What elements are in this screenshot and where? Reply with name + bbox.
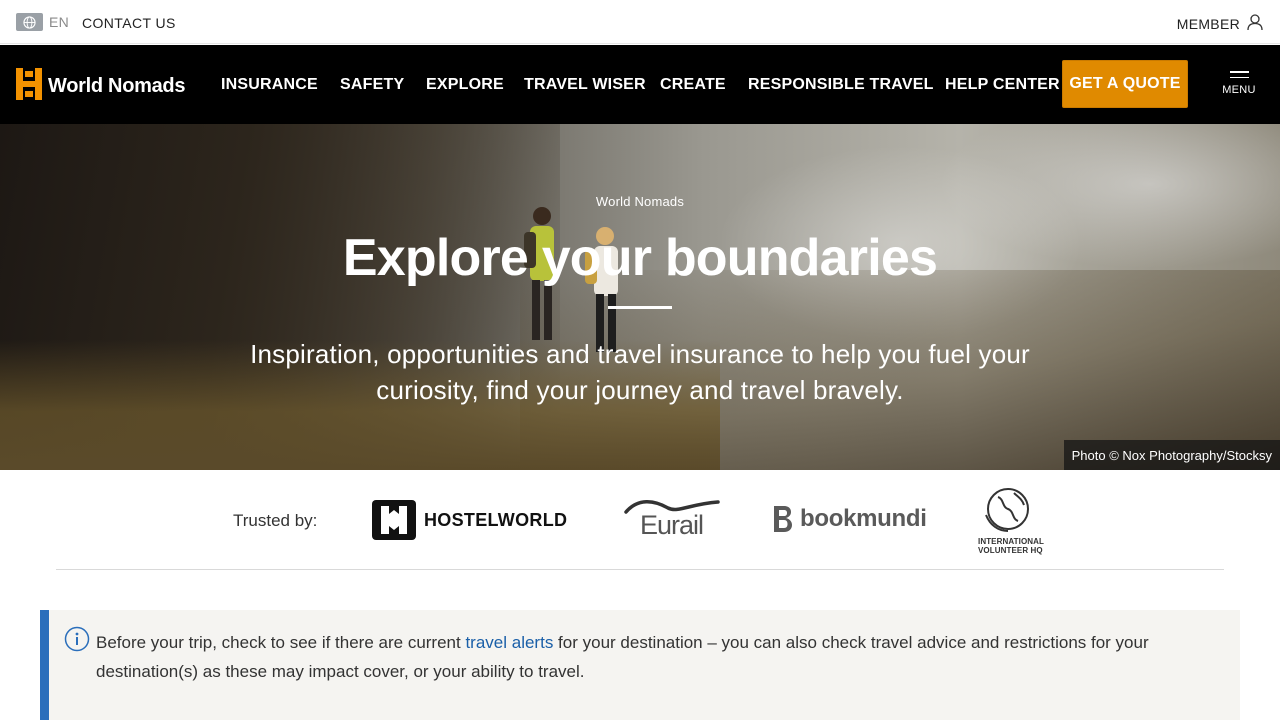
section-divider <box>56 569 1224 570</box>
utility-bar: EN CONTACT US MEMBER <box>0 0 1280 44</box>
member-link[interactable]: MEMBER <box>1177 13 1264 34</box>
ivhq-logo: INTERNATIONAL VOLUNTEER HQ <box>978 485 1044 555</box>
eurail-wordmark: Eurail <box>640 510 704 540</box>
hostelworld-icon <box>372 500 416 540</box>
nav-item-travel-wiser[interactable]: TRAVEL WISER <box>524 76 646 94</box>
hostelworld-wordmark: HOSTELWORLD <box>424 509 568 530</box>
hamburger-icon <box>1229 71 1249 82</box>
alert-text: Before your trip, check to see if there … <box>96 628 1226 686</box>
hero-kicker: World Nomads <box>595 194 685 209</box>
photo-credit: Photo © Nox Photography/Stocksy <box>1063 440 1280 470</box>
nav-item-responsible-travel[interactable]: RESPONSIBLE TRAVEL <box>748 76 934 94</box>
info-icon <box>64 626 90 657</box>
nav-item-help-center[interactable]: HELP CENTER <box>945 76 1060 94</box>
hero-subtitle: Inspiration, opportunities and travel in… <box>250 339 1030 405</box>
nav-item-create[interactable]: CREATE <box>660 76 726 94</box>
globe-hands-icon <box>985 488 1029 532</box>
globe-icon <box>16 13 43 31</box>
world-nomads-logo[interactable]: World Nomads <box>16 68 185 105</box>
menu-label: MENU <box>1222 84 1256 96</box>
hostelworld-logo: HOSTELWORLD <box>372 500 567 540</box>
main-navigation: World Nomads INSURANCE SAFETY EXPLORE TR… <box>0 45 1280 124</box>
menu-button[interactable]: MENU <box>1218 71 1260 96</box>
bookmundi-logo: bookmundi <box>772 504 927 534</box>
hero-divider <box>608 306 672 309</box>
nav-item-insurance[interactable]: INSURANCE <box>221 76 318 94</box>
member-label: MEMBER <box>1176 15 1240 32</box>
logo-icon <box>16 68 42 105</box>
ivhq-wordmark-line2: VOLUNTEER HQ <box>978 546 1043 555</box>
contact-us-link[interactable]: CONTACT US <box>82 15 176 31</box>
trusted-by-label: Trusted by: <box>233 511 318 530</box>
nav-item-safety[interactable]: SAFETY <box>340 76 404 94</box>
bookmundi-icon <box>774 506 792 532</box>
hero-title: Explore your boundaries <box>342 229 938 287</box>
nav-item-explore[interactable]: EXPLORE <box>426 76 504 94</box>
user-icon <box>1246 13 1264 34</box>
logo-text: World Nomads <box>48 75 186 97</box>
language-label: EN <box>49 14 70 30</box>
language-selector[interactable]: EN <box>16 13 69 31</box>
alert-text-before: Before your trip, check to see if there … <box>96 633 466 652</box>
ivhq-wordmark-line1: INTERNATIONAL <box>978 537 1045 546</box>
bookmundi-wordmark: bookmundi <box>800 505 927 532</box>
trusted-by-strip: Trusted by: HOSTELWORLD Eurail bookmundi… <box>0 470 1280 570</box>
eurail-logo: Eurail <box>624 498 720 541</box>
hero-banner: World Nomads Explore your boundaries Ins… <box>0 124 1280 470</box>
get-a-quote-button[interactable]: GET A QUOTE <box>1062 60 1188 108</box>
travel-alert-notice: Before your trip, check to see if there … <box>40 610 1240 720</box>
travel-alerts-link[interactable]: travel alerts <box>465 633 553 652</box>
